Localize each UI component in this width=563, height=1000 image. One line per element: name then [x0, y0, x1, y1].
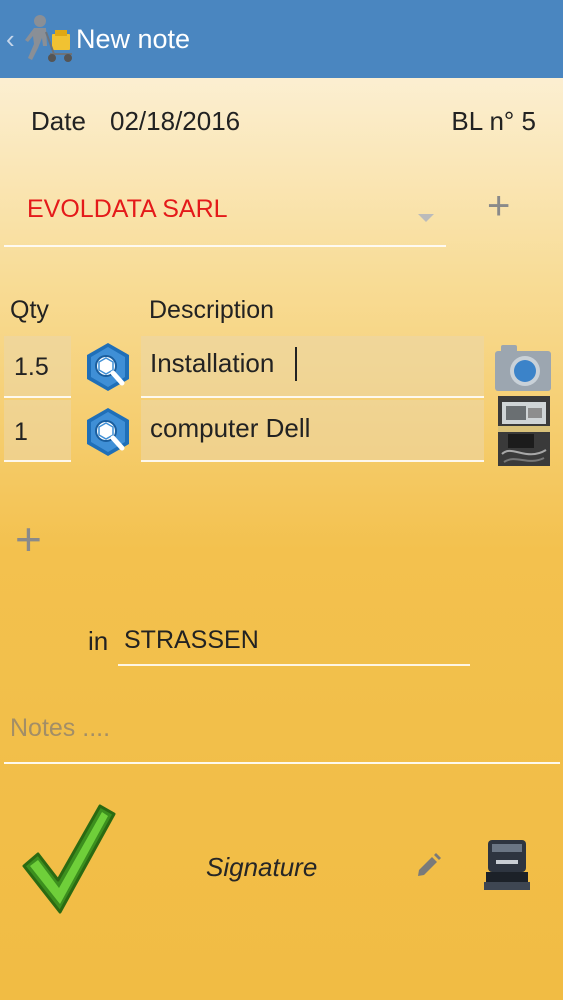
camera-icon[interactable] — [493, 341, 553, 393]
date-value[interactable]: 02/18/2016 — [110, 106, 240, 137]
description-header: Description — [149, 296, 275, 324]
description-value[interactable]: computer Dell — [150, 413, 310, 444]
notes-input[interactable]: Notes .... — [10, 714, 110, 743]
location-label: in — [88, 626, 109, 656]
product-search-icon[interactable] — [84, 406, 132, 458]
page-title: New note — [76, 24, 191, 54]
signature-label[interactable]: Signature — [206, 852, 317, 883]
photo-thumbnail[interactable] — [498, 396, 550, 466]
text-cursor — [295, 347, 297, 381]
qty-header: Qty — [10, 296, 49, 324]
add-line-button[interactable]: + — [15, 514, 42, 564]
notes-underline — [4, 762, 560, 764]
delivery-note-number: BL n° 5 — [451, 106, 536, 136]
customer-select[interactable]: EVOLDATA SARL — [27, 195, 228, 224]
qty-value[interactable]: 1 — [14, 418, 28, 447]
delivery-man-icon[interactable] — [16, 12, 74, 64]
app-bar: ‹ New note — [0, 0, 563, 78]
description-value[interactable]: Installation — [150, 348, 274, 379]
chevron-left-icon[interactable]: ‹ — [6, 26, 15, 52]
city-underline — [118, 664, 470, 666]
checkmark-icon[interactable] — [18, 800, 116, 918]
pencil-icon[interactable] — [414, 852, 442, 880]
add-customer-button[interactable]: + — [487, 184, 510, 228]
product-search-icon[interactable] — [84, 341, 132, 393]
date-label: Date — [31, 106, 86, 136]
dropdown-arrow-icon[interactable] — [418, 214, 434, 222]
customer-underline — [4, 245, 446, 247]
qty-value[interactable]: 1.5 — [14, 353, 49, 382]
photo-thumbnail-image — [498, 396, 550, 466]
stamp-icon[interactable] — [482, 838, 532, 894]
city-input[interactable]: STRASSEN — [124, 626, 259, 655]
